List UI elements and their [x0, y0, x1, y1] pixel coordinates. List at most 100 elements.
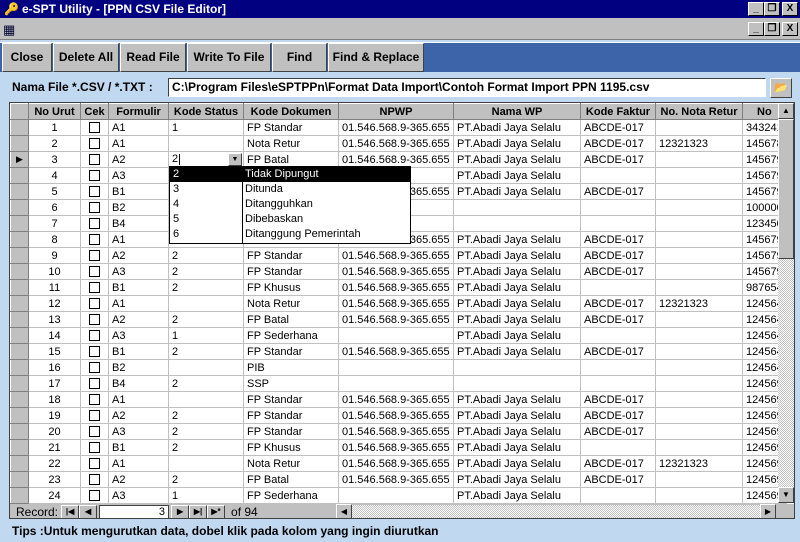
cell-kode-dokumen[interactable]: FP Standar [243, 247, 339, 264]
column-header[interactable]: Formulir [108, 103, 169, 120]
cell-no-nota-retur[interactable]: 12321323 [655, 295, 743, 312]
cell-no-nota-retur[interactable] [655, 231, 743, 248]
read-file-button[interactable]: Read File [120, 43, 186, 72]
cell-kode-dokumen[interactable]: FP Sederhana [243, 327, 339, 344]
cell-kode-status[interactable] [168, 359, 244, 376]
cell-npwp[interactable]: 01.546.568.9-365.655 [338, 455, 454, 472]
cell-no-nota-retur[interactable]: 12321323 [655, 455, 743, 472]
table-row[interactable]: 10 A3 2 FP Standar 01.546.568.9-365.655 PT.Ab… [10, 263, 787, 280]
last-record-button[interactable]: ▶| [189, 505, 208, 518]
cell-nama-wp[interactable]: PT.Abadi Jaya Selalu [453, 135, 581, 152]
cell-formulir[interactable]: A2 [108, 311, 169, 328]
cell-formulir[interactable]: B1 [108, 343, 169, 360]
cell-no-nota-retur[interactable] [655, 391, 743, 408]
dropdown-option[interactable]: 3 Ditunda [170, 182, 410, 197]
prev-record-button[interactable]: ◀ [79, 505, 98, 518]
child-close-button[interactable]: X [782, 22, 798, 36]
cell-nama-wp[interactable]: PT.Abadi Jaya Selalu [453, 231, 581, 248]
cell-formulir[interactable]: B4 [108, 215, 169, 232]
cell-formulir[interactable]: B1 [108, 183, 169, 200]
cell-nama-wp[interactable]: PT.Abadi Jaya Selalu [453, 455, 581, 472]
cell-kode-status[interactable]: 1 [168, 487, 244, 504]
cell-no-nota-retur[interactable] [655, 311, 743, 328]
first-record-button[interactable]: |◀ [61, 505, 80, 518]
table-row[interactable]: 9 A2 2 FP Standar 01.546.568.9-365.655 PT.Aba… [10, 247, 787, 264]
row-selector[interactable] [10, 167, 29, 184]
restore-button[interactable]: ❐ [764, 2, 780, 16]
cell-cek[interactable] [80, 407, 109, 424]
dropdown-option[interactable]: 6 Ditanggung Pemerintah [170, 227, 410, 242]
cell-kode-dokumen[interactable]: FP Standar [243, 391, 339, 408]
cell-nama-wp[interactable]: PT.Abadi Jaya Selalu [453, 471, 581, 488]
cell-cek[interactable] [80, 439, 109, 456]
cell-kode-dokumen[interactable]: FP Khusus [243, 279, 339, 296]
cell-nama-wp[interactable] [453, 199, 581, 216]
cell-formulir[interactable]: A2 [108, 471, 169, 488]
column-header[interactable]: Kode Dokumen [243, 103, 339, 120]
cell-kode-status[interactable]: 2 [168, 279, 244, 296]
cell-no-nota-retur[interactable] [655, 119, 743, 136]
checkbox[interactable] [89, 346, 100, 358]
cell-formulir[interactable]: A1 [108, 391, 169, 408]
cell-nama-wp[interactable]: PT.Abadi Jaya Selalu [453, 343, 581, 360]
cell-kode-dokumen[interactable]: FP Standar [243, 119, 339, 136]
cell-kode-faktur[interactable] [580, 199, 656, 216]
cell-kode-faktur[interactable]: ABCDE-017 [580, 407, 656, 424]
checkbox[interactable] [89, 474, 100, 486]
dropdown-option[interactable]: 4 Ditangguhkan [170, 197, 410, 212]
cell-no-urut[interactable]: 3 [28, 151, 81, 168]
cell-formulir[interactable]: A1 [108, 119, 169, 136]
checkbox[interactable] [89, 250, 100, 262]
cell-cek[interactable] [80, 119, 109, 136]
cell-formulir[interactable]: A3 [108, 423, 169, 440]
cell-no-nota-retur[interactable] [655, 359, 743, 376]
row-selector[interactable] [10, 231, 29, 248]
cell-kode-faktur[interactable] [580, 327, 656, 344]
cell-npwp[interactable]: 01.546.568.9-365.655 [338, 295, 454, 312]
column-header[interactable]: No Urut [28, 103, 81, 120]
cell-kode-dokumen[interactable]: FP Khusus [243, 439, 339, 456]
cell-cek[interactable] [80, 455, 109, 472]
cell-kode-status[interactable]: 1 [168, 119, 244, 136]
cell-kode-status[interactable]: 2 [168, 311, 244, 328]
cell-no-nota-retur[interactable] [655, 247, 743, 264]
scroll-up-button[interactable]: ▲ [778, 103, 794, 119]
cell-nama-wp[interactable]: PT.Abadi Jaya Selalu [453, 167, 581, 184]
cell-kode-faktur[interactable]: ABCDE-017 [580, 423, 656, 440]
row-selector[interactable] [10, 279, 29, 296]
cell-nama-wp[interactable]: PT.Abadi Jaya Selalu [453, 487, 581, 504]
cell-nama-wp[interactable] [453, 375, 581, 392]
cell-cek[interactable] [80, 359, 109, 376]
checkbox[interactable] [89, 378, 100, 390]
cell-npwp[interactable]: 01.546.568.9-365.655 [338, 407, 454, 424]
delete-all-button[interactable]: Delete All [53, 43, 119, 72]
cell-no-urut[interactable]: 18 [28, 391, 81, 408]
close-window-button[interactable]: X [782, 2, 798, 16]
cell-formulir[interactable]: B2 [108, 199, 169, 216]
cell-no-urut[interactable]: 19 [28, 407, 81, 424]
cell-kode-status[interactable]: 2 [168, 439, 244, 456]
cell-formulir[interactable]: A3 [108, 487, 169, 504]
cell-cek[interactable] [80, 215, 109, 232]
cell-npwp[interactable]: 01.546.568.9-365.655 [338, 119, 454, 136]
cell-cek[interactable] [80, 375, 109, 392]
row-selector[interactable] [10, 375, 29, 392]
cell-no-urut[interactable]: 8 [28, 231, 81, 248]
cell-cek[interactable] [80, 151, 109, 168]
cell-no-urut[interactable]: 9 [28, 247, 81, 264]
cell-cek[interactable] [80, 391, 109, 408]
column-header[interactable]: NPWP [338, 103, 454, 120]
cell-no-nota-retur[interactable] [655, 327, 743, 344]
cell-nama-wp[interactable]: PT.Abadi Jaya Selalu [453, 247, 581, 264]
browse-button[interactable]: 📂 [770, 78, 792, 98]
cell-nama-wp[interactable]: PT.Abadi Jaya Selalu [453, 327, 581, 344]
cell-nama-wp[interactable]: PT.Abadi Jaya Selalu [453, 119, 581, 136]
child-minimize-button[interactable]: _ [748, 22, 764, 36]
child-restore-button[interactable]: ❐ [764, 22, 780, 36]
cell-no-nota-retur[interactable] [655, 487, 743, 504]
checkbox[interactable] [89, 218, 100, 230]
cell-no-urut[interactable]: 6 [28, 199, 81, 216]
checkbox[interactable] [89, 282, 100, 294]
cell-no-urut[interactable]: 15 [28, 343, 81, 360]
cell-cek[interactable] [80, 247, 109, 264]
